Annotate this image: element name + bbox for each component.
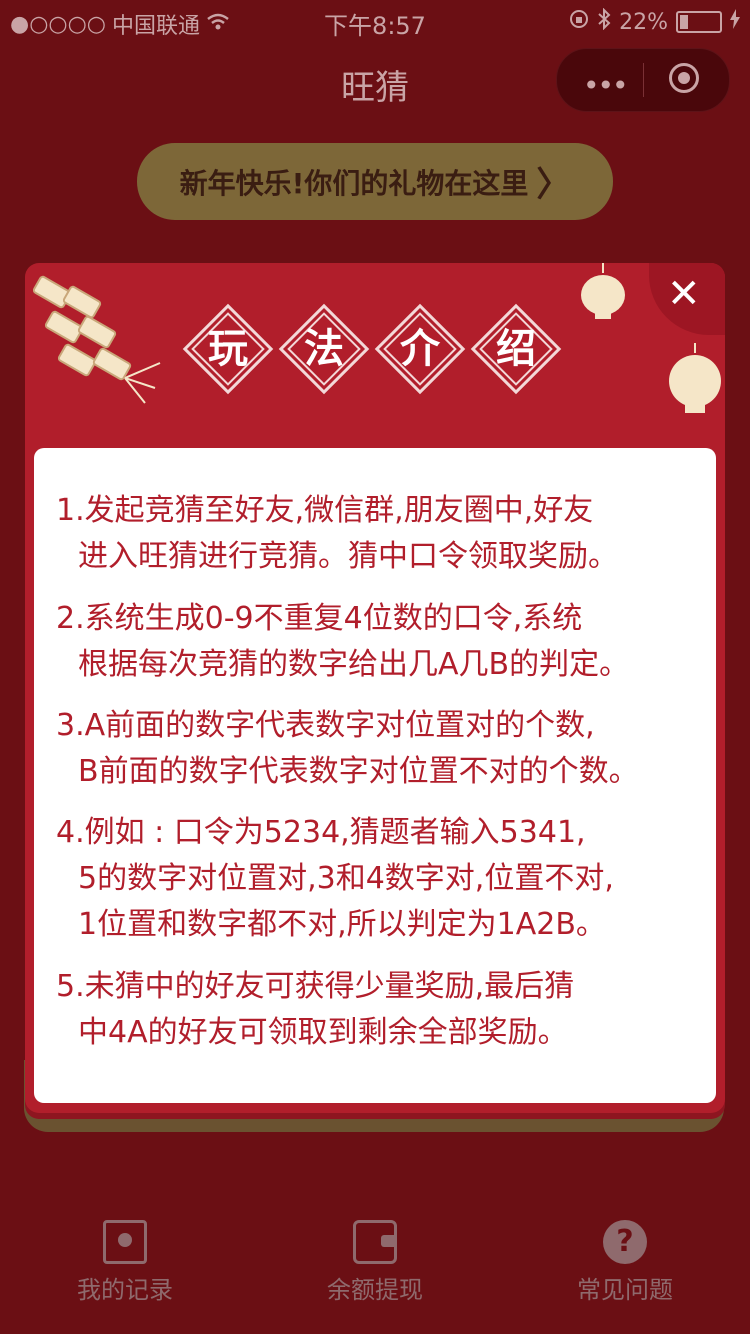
close-button[interactable]: ✕: [649, 263, 725, 335]
record-book-icon: [103, 1220, 147, 1264]
lantern-icon: [581, 263, 625, 319]
rules-modal: ✕ 玩 法 介 绍 1.发起竞猜至好友,微信群,朋友圈中,好友 进入旺猜进行竞猜…: [25, 263, 725, 1113]
tab-label: 我的记录: [77, 1276, 173, 1304]
tab-label: 余额提现: [327, 1276, 423, 1304]
battery-icon: [676, 11, 722, 33]
status-bar: ●○○○○ 中国联通 下午8:57 22%: [0, 0, 750, 40]
title-char-1: 玩: [182, 303, 274, 395]
chevron-right-icon: 〉: [536, 165, 571, 205]
close-icon: ✕: [667, 271, 701, 317]
firecracker-decoration-icon: [32, 275, 161, 404]
wallet-icon: [353, 1220, 397, 1264]
nav-bar: 旺猜 •••: [0, 40, 750, 128]
rule-item-4: 4.例如 : 口令为5234,猜题者输入5341, 5的数字对位置对,3和4数字…: [56, 815, 614, 942]
lantern-icon: [669, 343, 721, 413]
gift-banner-button[interactable]: 新年快乐!你们的礼物在这里 〉: [137, 143, 613, 220]
tab-label: 常见问题: [577, 1276, 673, 1304]
rules-content: 1.发起竞猜至好友,微信群,朋友圈中,好友 进入旺猜进行竞猜。猜中口令领取奖励。…: [34, 448, 716, 1103]
charging-icon: [730, 9, 740, 35]
modal-header: ✕ 玩 法 介 绍: [25, 263, 725, 448]
title-char-3: 介: [374, 303, 466, 395]
help-icon: ?: [603, 1220, 647, 1264]
battery-percent: 22%: [619, 9, 668, 35]
rule-item-3: 3.A前面的数字代表数字对位置对的个数, B前面的数字代表数字对位置不对的个数。: [56, 708, 639, 789]
rotation-lock-icon: [569, 9, 589, 35]
tab-withdraw[interactable]: 余额提现: [275, 1220, 475, 1305]
capsule-divider: [643, 63, 644, 97]
rule-item-2: 2.系统生成0-9不重复4位数的口令,系统 根据每次竞猜的数字给出几A几B的判定…: [56, 601, 630, 682]
bottom-tab-bar: 我的记录 余额提现 ? 常见问题: [0, 1210, 750, 1334]
title-char-4: 绍: [470, 303, 562, 395]
more-icon[interactable]: •••: [583, 69, 629, 102]
close-miniprogram-icon[interactable]: [669, 63, 699, 93]
bluetooth-icon: [597, 7, 611, 36]
mini-program-capsule: •••: [556, 48, 730, 112]
title-char-2: 法: [278, 303, 370, 395]
gift-banner-label: 新年快乐!你们的礼物在这里: [179, 166, 529, 200]
rule-item-1: 1.发起竞猜至好友,微信群,朋友圈中,好友 进入旺猜进行竞猜。猜中口令领取奖励。: [56, 493, 618, 574]
rule-item-5: 5.未猜中的好友可获得少量奖励,最后猜 中4A的好友可领取到剩余全部奖励。: [56, 969, 575, 1050]
modal-title: 玩 法 介 绍: [182, 303, 562, 395]
tab-my-records[interactable]: 我的记录: [25, 1220, 225, 1305]
tab-faq[interactable]: ? 常见问题: [525, 1220, 725, 1305]
